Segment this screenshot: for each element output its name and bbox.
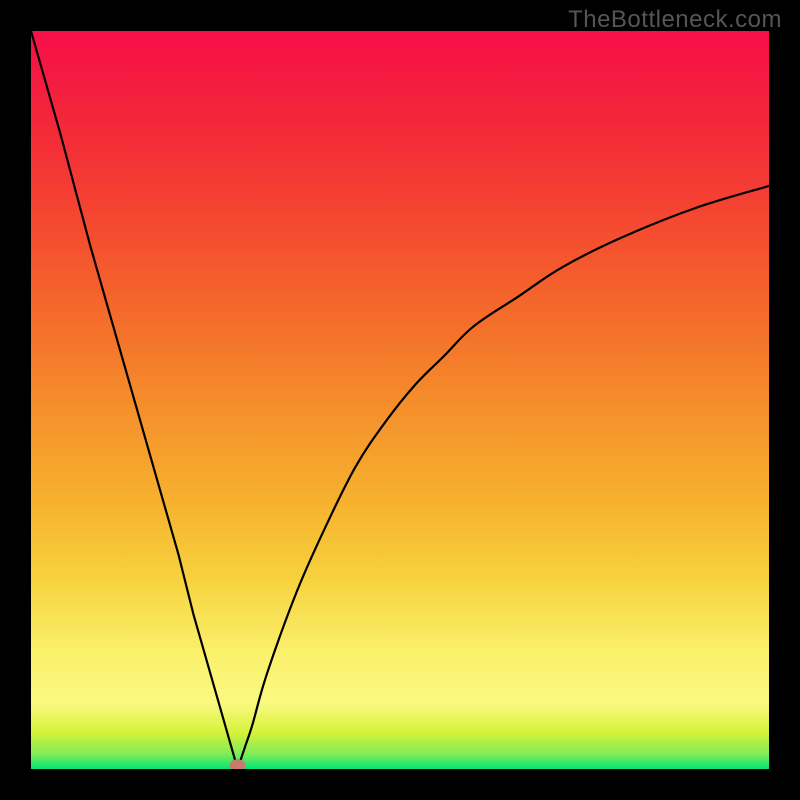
bottleneck-chart (31, 31, 769, 769)
watermark-text: TheBottleneck.com (568, 6, 782, 34)
gradient-background (31, 31, 769, 769)
chart-frame: TheBottleneck.com (0, 0, 800, 800)
